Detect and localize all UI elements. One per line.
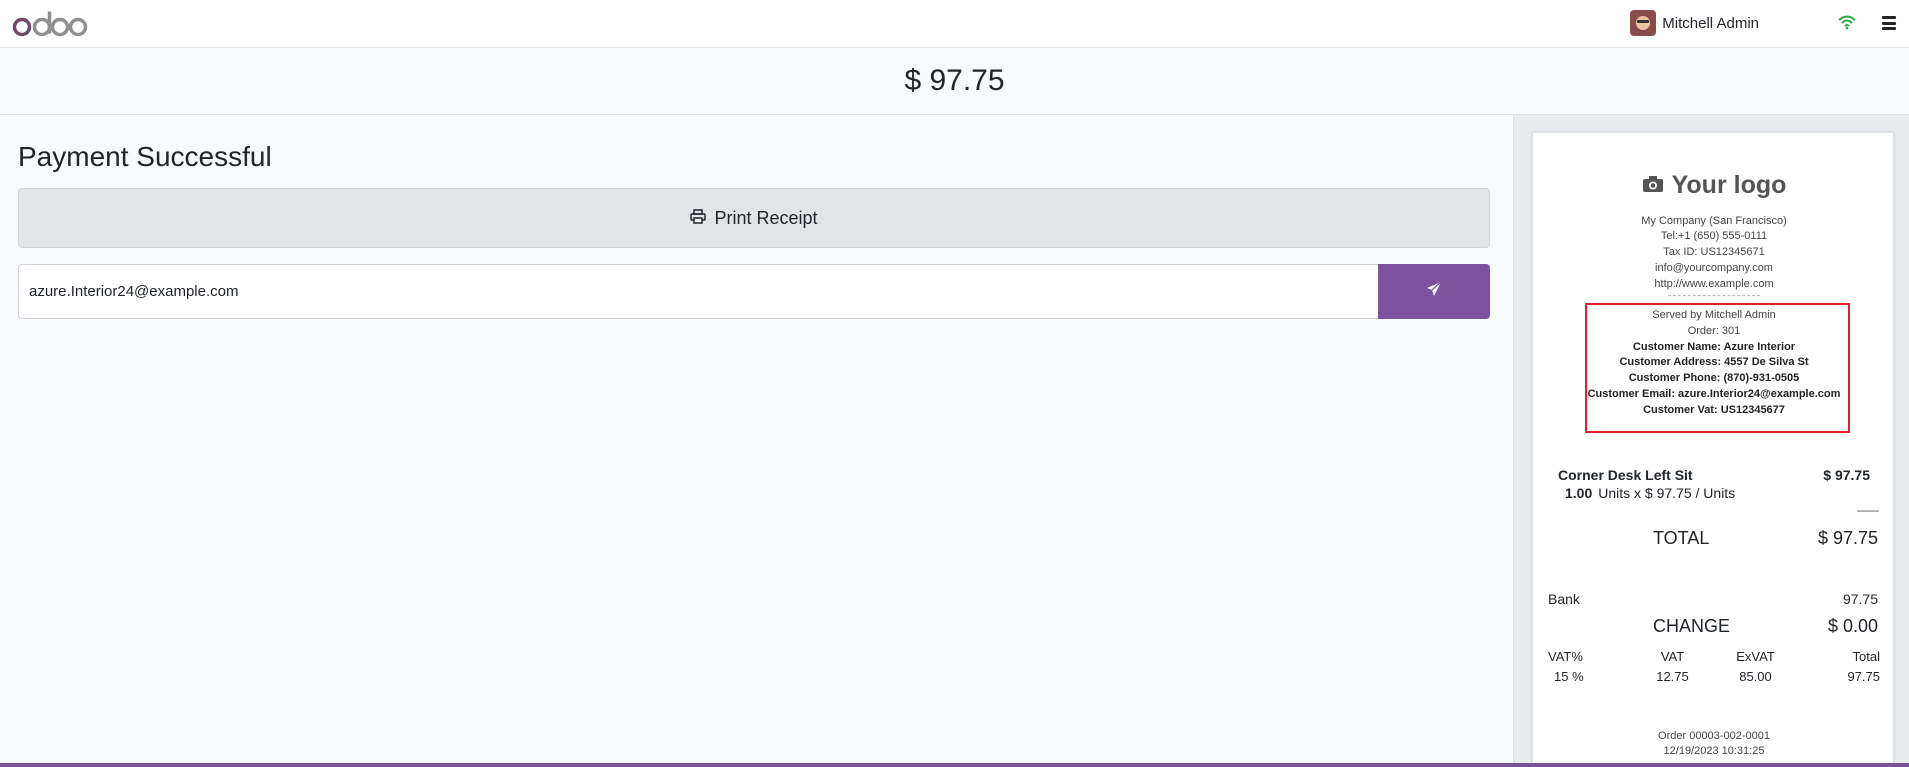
payment-method: Bank [1548,591,1580,607]
change-value: $ 0.00 [1827,616,1878,636]
order-reference: Order 00003-002-0001 [1658,730,1770,742]
orderline-quantity: 1.00 Units x $ 97.75 / Units [1565,485,1735,501]
print-receipt-button[interactable]: Print Receipt [18,188,1490,248]
company-email: info@yourcompany.com [1655,262,1773,274]
page-title: Payment Successful [18,141,272,172]
avatar [1630,10,1657,36]
company-tax-id: Tax ID: US12345671 [1663,246,1765,258]
receipt-logo: Your logo [1533,171,1895,200]
total-label: TOTAL [1653,528,1710,548]
company-name: My Company (San Francisco) [1641,215,1787,227]
tax-header-total: Total [1852,648,1880,664]
tax-header-row: VAT% VAT ExVAT Total [1548,646,1880,666]
printer-icon [690,208,707,229]
tax-header-vat: VAT [1660,648,1685,664]
top-navbar: Mitchell Admin [0,0,1909,48]
orderline-unit-detail: Units x $ 97.75 / Units [1598,485,1736,501]
total-amount: $ 97.75 [904,64,1005,97]
company-tel: Tel:+1 (650) 555-0111 [1660,230,1768,242]
tax-exvat: 85.00 [1739,668,1772,684]
hamburger-menu-icon[interactable] [1879,14,1899,32]
odoo-logo[interactable] [12,8,88,40]
paper-plane-icon [1426,281,1442,302]
payment-status-pane: Payment Successful Print Receipt [0,115,1513,767]
orderline-qty-value: 1.00 [1565,485,1593,501]
orderline-price: $ 97.75 [1823,467,1870,483]
payment-amount: 97.75 [1842,591,1878,607]
tax-header-exvat: ExVAT [1736,648,1775,664]
tax-vat-percent: 15 % [1554,668,1584,684]
tax-value-row: 15 % 12.75 85.00 97.75 [1548,666,1880,686]
customer-info-highlight-box [1585,303,1850,433]
order-date: 12/19/2023 10:31:25 [1663,745,1765,757]
email-input[interactable] [18,264,1378,319]
bottom-accent-bar [0,763,1909,767]
tax-table: VAT% VAT ExVAT Total 15 % 12.75 85.00 97… [1548,646,1880,686]
email-receipt-row [18,264,1490,319]
subtotal-separator: -------- [1856,505,1879,517]
receipt-separator [1668,295,1760,296]
amount-header: $ 97.75 [0,48,1909,115]
user-menu[interactable]: Mitchell Admin [1630,10,1759,36]
send-email-button[interactable] [1378,264,1490,319]
change-label: CHANGE [1653,616,1731,636]
orderline-product: Corner Desk Left Sit [1558,467,1693,483]
wifi-icon [1837,14,1857,30]
camera-icon [1642,171,1664,200]
tax-total: 97.75 [1847,668,1880,684]
tax-vat: 12.75 [1656,668,1689,684]
your-logo-text: Your logo [1671,171,1787,199]
user-name: Mitchell Admin [1662,14,1759,32]
company-website: http://www.example.com [1654,278,1774,290]
print-receipt-label: Print Receipt [714,207,818,228]
receipt-pane: Your logo My Company (San Francisco) Tel… [1513,115,1909,767]
tax-header-vat-percent: VAT% [1548,648,1583,664]
total-value: $ 97.75 [1817,528,1878,548]
receipt: Your logo My Company (San Francisco) Tel… [1532,132,1894,767]
